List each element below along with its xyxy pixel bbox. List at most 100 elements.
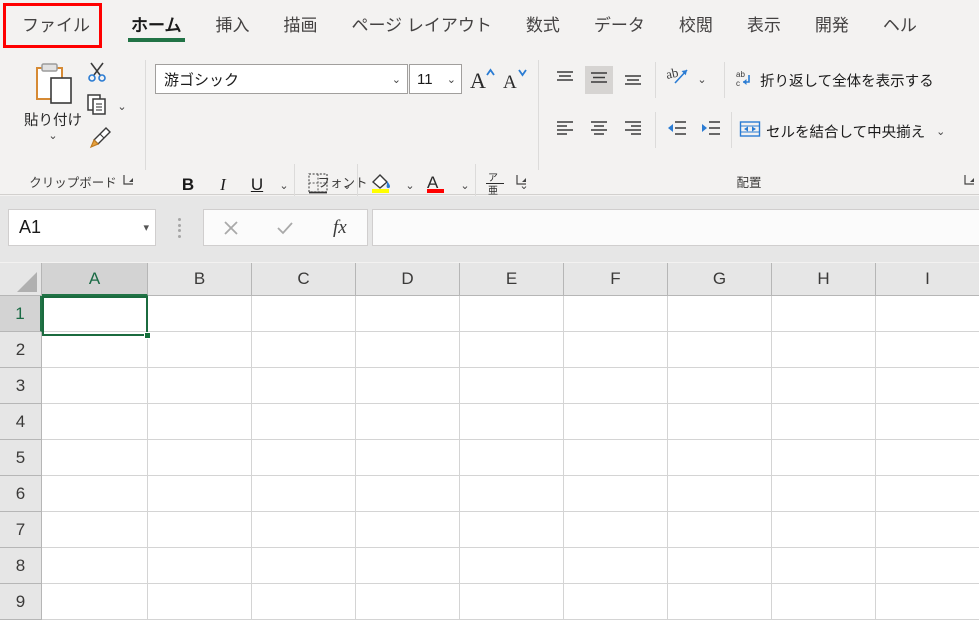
tab-file[interactable]: ファイル [0, 0, 114, 46]
fill-handle[interactable] [144, 332, 151, 339]
cell-G9[interactable] [668, 584, 772, 620]
formula-input[interactable] [372, 209, 979, 246]
align-middle-button[interactable] [585, 66, 613, 94]
paste-button[interactable]: 貼り付け ⌄ [16, 58, 90, 162]
row-header-1[interactable]: 1 [0, 296, 42, 332]
merge-center-chevron-down-icon[interactable]: ⌄ [936, 125, 945, 138]
tab-view[interactable]: 表示 [730, 0, 798, 46]
clipboard-dialog-launcher[interactable] [120, 173, 136, 189]
column-header-I[interactable]: I [876, 263, 979, 296]
cell-F5[interactable] [564, 440, 668, 476]
cell-D9[interactable] [356, 584, 460, 620]
cell-I5[interactable] [876, 440, 979, 476]
name-box-chevron-down-icon[interactable]: ▾ [143, 221, 149, 234]
row-header-8[interactable]: 8 [0, 548, 42, 584]
shrink-font-button[interactable]: A [500, 64, 530, 94]
tab-help[interactable]: ヘル [866, 0, 934, 46]
cell-G8[interactable] [668, 548, 772, 584]
cell-F2[interactable] [564, 332, 668, 368]
cell-F6[interactable] [564, 476, 668, 512]
column-header-D[interactable]: D [356, 263, 460, 296]
cell-H2[interactable] [772, 332, 876, 368]
cell-E5[interactable] [460, 440, 564, 476]
cell-F7[interactable] [564, 512, 668, 548]
cell-C9[interactable] [252, 584, 356, 620]
cell-D4[interactable] [356, 404, 460, 440]
column-header-F[interactable]: F [564, 263, 668, 296]
cell-E6[interactable] [460, 476, 564, 512]
tab-developer[interactable]: 開発 [798, 0, 866, 46]
cell-H5[interactable] [772, 440, 876, 476]
cell-A3[interactable] [42, 368, 148, 404]
alignment-dialog-launcher[interactable] [961, 173, 977, 189]
cell-B3[interactable] [148, 368, 252, 404]
column-header-H[interactable]: H [772, 263, 876, 296]
copy-chevron-down-icon[interactable]: ⌄ [113, 92, 131, 120]
cell-E3[interactable] [460, 368, 564, 404]
cell-A4[interactable] [42, 404, 148, 440]
wrap-text-button[interactable]: ab c 折り返して全体を表示する [735, 68, 934, 92]
font-size-input[interactable]: 11 ⌄ [409, 64, 462, 94]
tab-page-layout[interactable]: ページ レイアウト [335, 0, 509, 46]
row-header-5[interactable]: 5 [0, 440, 42, 476]
cell-I1[interactable] [876, 296, 979, 332]
merge-center-button[interactable]: セルを結合して中央揃え ⌄ [739, 119, 945, 143]
cell-B2[interactable] [148, 332, 252, 368]
align-right-button[interactable] [619, 116, 647, 144]
align-left-button[interactable] [551, 116, 579, 144]
column-header-G[interactable]: G [668, 263, 772, 296]
cell-G7[interactable] [668, 512, 772, 548]
cell-C2[interactable] [252, 332, 356, 368]
tab-data[interactable]: データ [577, 0, 662, 46]
cell-C1[interactable] [252, 296, 356, 332]
tab-formulas[interactable]: 数式 [509, 0, 577, 46]
cell-H1[interactable] [772, 296, 876, 332]
cut-button[interactable] [82, 60, 112, 88]
cell-F9[interactable] [564, 584, 668, 620]
cell-D8[interactable] [356, 548, 460, 584]
cell-E9[interactable] [460, 584, 564, 620]
cell-C6[interactable] [252, 476, 356, 512]
copy-button[interactable] [82, 92, 112, 120]
cell-B7[interactable] [148, 512, 252, 548]
name-box[interactable]: A1 ▾ [8, 209, 156, 246]
cell-I4[interactable] [876, 404, 979, 440]
cell-A6[interactable] [42, 476, 148, 512]
cell-F3[interactable] [564, 368, 668, 404]
cell-F4[interactable] [564, 404, 668, 440]
decrease-indent-button[interactable] [663, 116, 691, 144]
cell-H8[interactable] [772, 548, 876, 584]
cell-E1[interactable] [460, 296, 564, 332]
increase-indent-button[interactable] [697, 116, 725, 144]
row-header-4[interactable]: 4 [0, 404, 42, 440]
enter-formula-button[interactable] [258, 218, 312, 238]
cell-E4[interactable] [460, 404, 564, 440]
tab-insert[interactable]: 挿入 [199, 0, 267, 46]
cell-G4[interactable] [668, 404, 772, 440]
cell-G5[interactable] [668, 440, 772, 476]
cell-B6[interactable] [148, 476, 252, 512]
cell-D6[interactable] [356, 476, 460, 512]
cell-H4[interactable] [772, 404, 876, 440]
insert-function-button[interactable]: fx [313, 217, 367, 239]
cell-B1[interactable] [148, 296, 252, 332]
cell-A2[interactable] [42, 332, 148, 368]
row-header-2[interactable]: 2 [0, 332, 42, 368]
cell-D5[interactable] [356, 440, 460, 476]
tab-review[interactable]: 校閲 [662, 0, 730, 46]
orientation-button[interactable]: ab [663, 64, 693, 94]
cancel-formula-button[interactable] [204, 218, 258, 238]
cell-D7[interactable] [356, 512, 460, 548]
cell-H3[interactable] [772, 368, 876, 404]
orientation-chevron-down-icon[interactable]: ⌄ [693, 64, 711, 94]
cell-B5[interactable] [148, 440, 252, 476]
cell-F1[interactable] [564, 296, 668, 332]
cell-H9[interactable] [772, 584, 876, 620]
cell-E7[interactable] [460, 512, 564, 548]
tab-draw[interactable]: 描画 [267, 0, 335, 46]
column-header-B[interactable]: B [148, 263, 252, 296]
cell-D1[interactable] [356, 296, 460, 332]
cell-G2[interactable] [668, 332, 772, 368]
column-header-E[interactable]: E [460, 263, 564, 296]
row-header-6[interactable]: 6 [0, 476, 42, 512]
